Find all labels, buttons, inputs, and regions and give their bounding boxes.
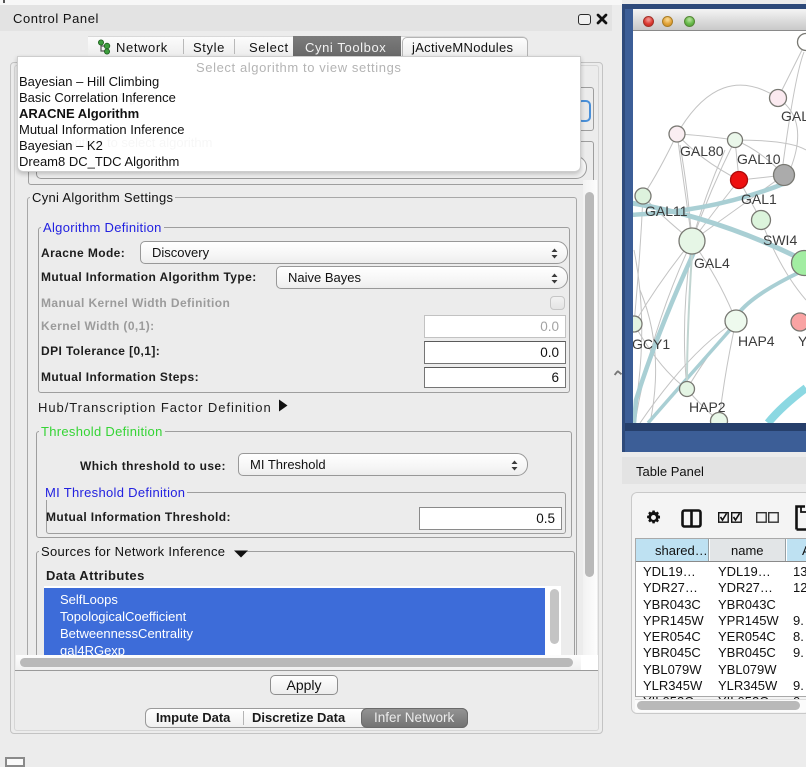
svg-text:GAL10: GAL10 [737, 151, 781, 167]
svg-text:GAL1: GAL1 [741, 191, 777, 207]
svg-text:Y: Y [798, 333, 806, 349]
svg-text:GAL: GAL [781, 108, 806, 124]
svg-text:HAP2: HAP2 [689, 399, 726, 415]
svg-text:SWI4: SWI4 [763, 232, 797, 248]
svg-text:GCY1: GCY1 [633, 336, 670, 352]
svg-text:HAP4: HAP4 [738, 333, 775, 349]
svg-text:GAL4: GAL4 [694, 255, 730, 271]
svg-text:GAL80: GAL80 [680, 143, 724, 159]
svg-text:GAL11: GAL11 [645, 203, 688, 219]
